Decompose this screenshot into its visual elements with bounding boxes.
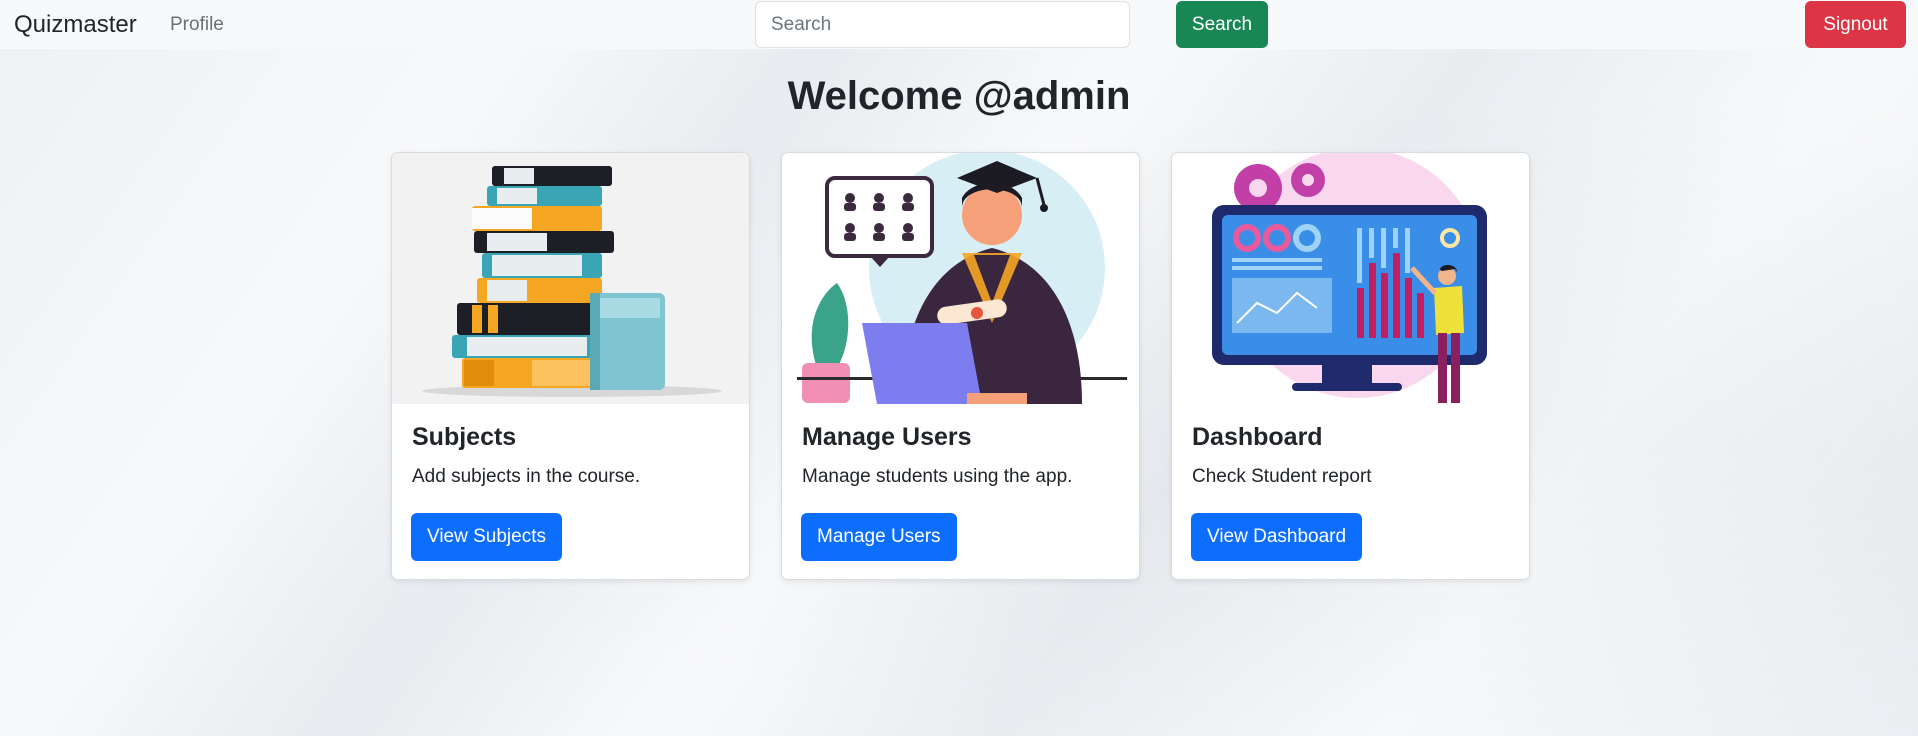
nav-link-profile[interactable]: Profile	[170, 12, 224, 38]
search-button[interactable]: Search	[1176, 1, 1268, 48]
card-subjects: Subjects Add subjects in the course. Vie…	[391, 152, 750, 580]
search-input[interactable]	[755, 1, 1130, 48]
view-dashboard-button[interactable]: View Dashboard	[1191, 513, 1363, 561]
card-title: Manage Users	[802, 423, 972, 451]
card-title: Dashboard	[1192, 423, 1323, 451]
graduate-student-illustration	[782, 153, 1139, 404]
book-stack-illustration	[392, 153, 749, 404]
card-text: Check Student report	[1192, 466, 1372, 487]
manage-users-button[interactable]: Manage Users	[801, 513, 957, 561]
signout-button[interactable]: Signout	[1805, 1, 1906, 48]
card-text: Manage students using the app.	[802, 466, 1073, 487]
card-title: Subjects	[412, 423, 517, 451]
analytics-monitor-illustration	[1172, 153, 1529, 404]
page-title: Welcome @admin	[787, 74, 1131, 118]
brand-logo[interactable]: Quizmaster	[14, 10, 137, 40]
view-subjects-button[interactable]: View Subjects	[411, 513, 562, 561]
card-dashboard: Dashboard Check Student report View Dash…	[1171, 152, 1530, 580]
top-navbar: Quizmaster Profile Search Signout	[0, 0, 1918, 49]
card-text: Add subjects in the course.	[412, 466, 641, 487]
card-manage-users: Manage Users Manage students using the a…	[781, 152, 1140, 580]
